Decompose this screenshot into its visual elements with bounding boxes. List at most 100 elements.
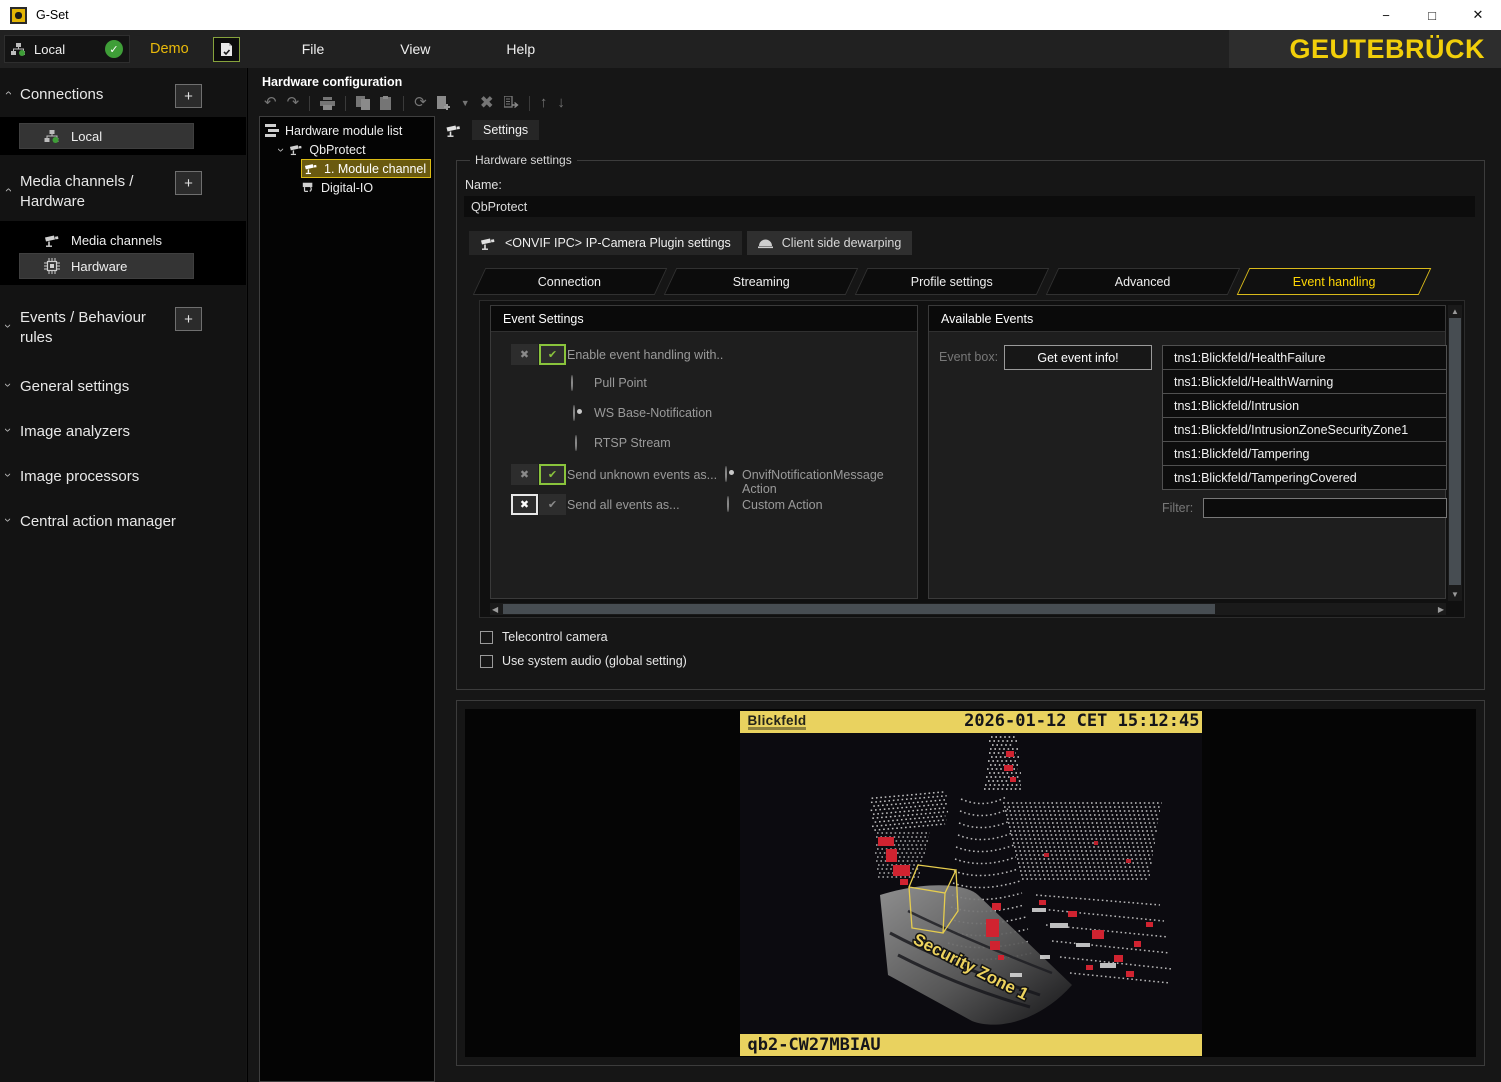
menu-file[interactable]: File (290, 41, 337, 57)
event-settings-panel: Event Settings ✖ ✔ Enable event handling… (490, 305, 918, 599)
toggle-x-icon[interactable]: ✖ (511, 344, 538, 365)
tab-advanced[interactable]: Advanced (1046, 268, 1241, 295)
event-list-item[interactable]: tns1:Blickfeld/HealthWarning (1162, 369, 1447, 394)
connection-selector[interactable]: Local ✓ (4, 35, 130, 63)
tab-connection[interactable]: Connection (473, 268, 668, 295)
sidebar-section-general-settings[interactable]: › General settings (0, 376, 246, 397)
apply-changes-button[interactable] (213, 37, 240, 62)
maximize-button[interactable]: □ (1409, 0, 1455, 30)
tab-event-handling[interactable]: Event handling (1237, 268, 1432, 295)
menu-help[interactable]: Help (494, 41, 547, 57)
tree-node-qbprotect[interactable]: › QbProtect (265, 140, 434, 159)
chevron-down-icon: › (6, 425, 20, 435)
connection-label: Local (34, 42, 97, 57)
toggle-check-icon[interactable]: ✔ (539, 344, 566, 365)
move-up-icon[interactable]: ↑ (535, 95, 553, 111)
scrollbar-thumb[interactable] (1449, 318, 1461, 585)
radio-rtsp-stream[interactable] (575, 435, 577, 451)
refresh-icon[interactable]: ⟳ (409, 95, 432, 111)
horizontal-scrollbar[interactable]: ◀ ▶ (490, 603, 1446, 615)
event-list-item[interactable]: tns1:Blickfeld/Intrusion (1162, 393, 1447, 418)
scroll-down-icon[interactable]: ▼ (1448, 590, 1462, 599)
video-frame[interactable]: Blickfeld 2026-01-12 CET 15:12:45 (740, 711, 1202, 1056)
use-system-audio-checkbox[interactable]: Use system audio (global setting) (480, 654, 687, 668)
telecontrol-camera-checkbox[interactable]: Telecontrol camera (480, 630, 608, 644)
chevron-down-icon[interactable]: › (279, 145, 283, 155)
blickfeld-logo: Blickfeld (748, 715, 807, 730)
add-event-rule-button[interactable]: + (175, 307, 202, 331)
event-list: tns1:Blickfeld/HealthFailure tns1:Blickf… (1162, 346, 1447, 490)
sidebar-section-image-analyzers[interactable]: › Image analyzers (0, 421, 246, 442)
hardware-module-tree: Hardware module list › QbProtect 1. Modu… (259, 116, 435, 1082)
undo-icon[interactable]: ↶ (259, 95, 282, 111)
sidebar-item-media-channels[interactable]: Media channels (19, 227, 194, 253)
scroll-left-icon[interactable]: ◀ (492, 603, 498, 615)
vertical-scrollbar[interactable]: ▲ ▼ (1448, 305, 1462, 601)
get-event-info-button[interactable]: Get event info! (1004, 345, 1152, 370)
redo-icon[interactable]: ↷ (282, 95, 305, 111)
tab-streaming[interactable]: Streaming (664, 268, 859, 295)
chip-icon (44, 258, 60, 274)
assign-channel-icon[interactable] (499, 96, 524, 110)
tree-node-digital-io[interactable]: Digital-IO (265, 178, 434, 197)
copy-icon[interactable] (351, 96, 375, 110)
tab-profile-settings[interactable]: Profile settings (855, 268, 1050, 295)
minimize-button[interactable]: − (1363, 0, 1409, 30)
tab-ip-camera-plugin-settings[interactable]: <ONVIF IPC> IP-Camera Plugin settings (469, 231, 742, 255)
scroll-right-icon[interactable]: ▶ (1438, 603, 1444, 615)
radio-pull-point[interactable] (571, 375, 573, 391)
dropdown-caret-icon[interactable]: ▼ (456, 95, 475, 111)
print-icon[interactable] (315, 97, 340, 110)
tab-settings[interactable]: Settings (445, 120, 539, 140)
tree-node-module-channel[interactable]: 1. Module channel (301, 159, 431, 178)
name-input[interactable] (464, 196, 1475, 217)
close-button[interactable]: ✕ (1455, 0, 1501, 30)
tab-client-side-dewarping[interactable]: Client side dewarping (747, 231, 913, 255)
delete-icon[interactable]: ✖ (475, 95, 499, 111)
add-media-channel-button[interactable]: + (175, 171, 202, 195)
toggle-check-icon[interactable]: ✔ (539, 494, 566, 515)
add-connection-button[interactable]: + (175, 84, 202, 108)
sidebar-section-central-action-manager[interactable]: › Central action manager (0, 511, 246, 532)
send-unknown-events-toggle[interactable]: ✖ ✔ (511, 464, 566, 485)
sidebar-section-media-hardware[interactable]: › Media channels / Hardware + (0, 171, 246, 212)
paste-icon[interactable] (375, 96, 398, 110)
radio-custom-action[interactable] (727, 496, 729, 512)
network-connection-icon (11, 43, 26, 56)
event-list-item[interactable]: tns1:Blickfeld/Tampering (1162, 441, 1447, 466)
toggle-check-icon[interactable]: ✔ (539, 464, 566, 485)
digital-io-icon (301, 181, 315, 194)
camera-icon (445, 123, 462, 138)
scroll-up-icon[interactable]: ▲ (1448, 307, 1462, 316)
radio-onvif-notification-action[interactable] (725, 466, 727, 482)
toggle-x-icon[interactable]: ✖ (511, 494, 538, 515)
send-all-events-toggle[interactable]: ✖ ✔ (511, 494, 566, 515)
brand-logo: GEUTEBRÜCK (1289, 34, 1485, 65)
enable-event-handling-toggle[interactable]: ✖ ✔ (511, 344, 566, 365)
sidebar-section-events-rules[interactable]: › Events / Behaviour rules + (0, 307, 246, 348)
toggle-x-icon[interactable]: ✖ (511, 464, 538, 485)
settings-area: Settings Hardware settings Name: <ONVIF … (435, 116, 1501, 1082)
sidebar-section-connections[interactable]: › Connections + (0, 84, 246, 108)
radio-ws-base-notification[interactable] (573, 405, 575, 421)
camera-preview-group: Blickfeld 2026-01-12 CET 15:12:45 (456, 700, 1485, 1066)
panel-title: Available Events (929, 306, 1445, 332)
menu-view[interactable]: View (388, 41, 442, 57)
event-list-item[interactable]: tns1:Blickfeld/HealthFailure (1162, 345, 1447, 370)
checkbox-icon[interactable] (480, 631, 493, 644)
sidebar-item-hardware[interactable]: Hardware (19, 253, 194, 279)
checkbox-icon[interactable] (480, 655, 493, 668)
document-check-icon (220, 42, 233, 57)
scrollbar-thumb[interactable] (503, 604, 1215, 614)
event-box-label: Event box: (939, 350, 998, 364)
add-module-icon[interactable] (432, 96, 456, 111)
tree-root-hardware-module-list[interactable]: Hardware module list (265, 121, 434, 140)
panel-title: Event Settings (491, 306, 917, 332)
event-list-item[interactable]: tns1:Blickfeld/TamperingCovered (1162, 465, 1447, 490)
move-down-icon[interactable]: ↓ (552, 95, 570, 111)
event-list-item[interactable]: tns1:Blickfeld/IntrusionZoneSecurityZone… (1162, 417, 1447, 442)
filter-input[interactable] (1203, 498, 1447, 518)
plugin-tabstrip: Connection Streaming Profile settings Ad… (479, 268, 1425, 295)
sidebar-section-image-processors[interactable]: › Image processors (0, 466, 246, 487)
sidebar-item-local[interactable]: Local (19, 123, 194, 149)
